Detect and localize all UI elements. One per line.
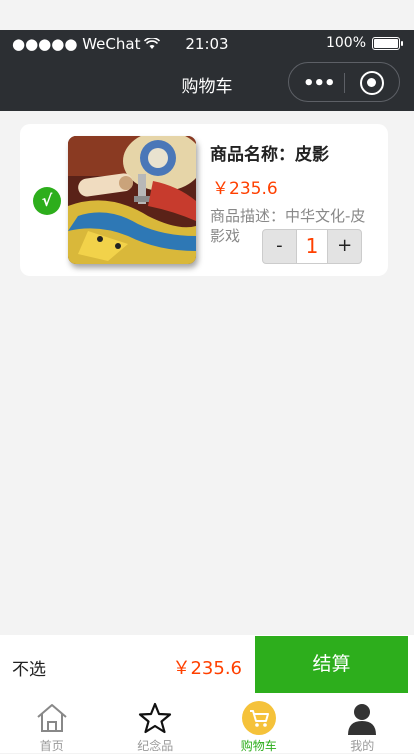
tab-bar: 首页 纪念品 购物车 我的 bbox=[0, 693, 414, 753]
tab-home[interactable]: 首页 bbox=[0, 693, 104, 753]
checkout-button[interactable]: 结算 bbox=[255, 636, 408, 693]
tab-souvenirs[interactable]: 纪念品 bbox=[104, 693, 208, 753]
user-icon bbox=[344, 700, 380, 736]
battery-percent: 100% bbox=[326, 35, 366, 51]
product-image[interactable] bbox=[68, 136, 196, 264]
product-name: 商品名称：皮影 bbox=[210, 140, 329, 165]
home-icon bbox=[34, 700, 70, 736]
status-bar: ●●●●● WeChat 21:03 100% bbox=[0, 30, 414, 56]
more-dots-icon[interactable]: ••• bbox=[303, 73, 335, 94]
quantity-value[interactable]: 1 bbox=[296, 230, 329, 263]
battery-icon bbox=[372, 37, 400, 50]
navigation-bar: 购物车 ••• bbox=[0, 56, 414, 111]
star-icon bbox=[137, 700, 173, 736]
checkout-bar: 不选 ￥235.6 结算 bbox=[0, 635, 414, 693]
capsule-divider bbox=[344, 73, 345, 93]
cart-content[interactable]: √ 商品名称：皮影 ￥235.6 商品描述：中华文化-皮影 bbox=[0, 111, 414, 635]
tab-profile-label: 我的 bbox=[311, 737, 414, 754]
tab-cart-label: 购物车 bbox=[207, 737, 311, 754]
shadow-puppet-photo bbox=[68, 136, 196, 264]
battery-group: 100% bbox=[326, 35, 400, 51]
increase-button[interactable]: + bbox=[328, 230, 361, 263]
quantity-stepper: - 1 + bbox=[262, 229, 362, 264]
cart-icon bbox=[241, 700, 277, 736]
deselect-all-button[interactable]: 不选 bbox=[12, 655, 46, 680]
total-price: ￥235.6 bbox=[172, 654, 242, 680]
target-circle-icon[interactable] bbox=[360, 71, 384, 95]
top-strip bbox=[0, 0, 414, 30]
tab-home-label: 首页 bbox=[0, 737, 104, 754]
product-price: ￥235.6 bbox=[212, 174, 278, 199]
select-checkbox[interactable]: √ bbox=[33, 187, 61, 215]
tab-souvenirs-label: 纪念品 bbox=[104, 737, 208, 754]
decrease-button[interactable]: - bbox=[263, 230, 296, 263]
miniprogram-capsule: ••• bbox=[288, 62, 400, 102]
tab-profile[interactable]: 我的 bbox=[311, 693, 414, 753]
tab-cart[interactable]: 购物车 bbox=[207, 693, 311, 753]
cart-item-card: √ 商品名称：皮影 ￥235.6 商品描述：中华文化-皮影 bbox=[20, 124, 388, 276]
